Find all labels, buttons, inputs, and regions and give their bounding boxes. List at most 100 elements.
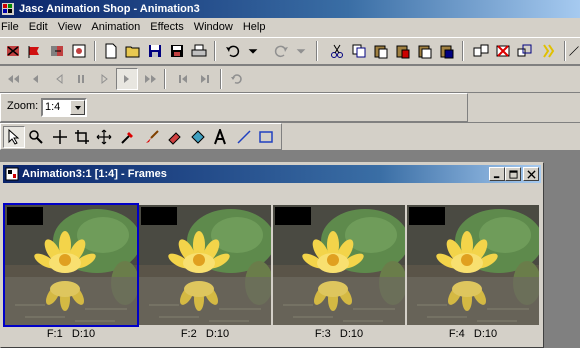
- menu-help[interactable]: Help: [238, 18, 271, 37]
- standard-toolbar: [0, 37, 580, 65]
- dropper-tool-icon[interactable]: [117, 126, 139, 148]
- frame-thumbnail[interactable]: [273, 205, 405, 325]
- frame-thumbnail[interactable]: [139, 205, 271, 325]
- paste-before-icon[interactable]: [414, 40, 436, 62]
- frame-delay: D:10: [71, 328, 96, 340]
- open-icon[interactable]: [122, 40, 144, 62]
- frame-caption: F:3 D:10: [273, 328, 405, 340]
- toolbar-separator: [564, 41, 566, 61]
- toolbar-separator: [214, 41, 216, 61]
- step-forward-icon[interactable]: [194, 68, 216, 90]
- fill-tool-icon[interactable]: [187, 126, 209, 148]
- menu-view[interactable]: View: [53, 18, 87, 37]
- more-tools-icon[interactable]: [568, 40, 580, 62]
- eraser-tool-icon[interactable]: [163, 126, 185, 148]
- close-icon[interactable]: [523, 167, 539, 181]
- jasc-app-icon: [2, 3, 14, 15]
- menu-edit[interactable]: Edit: [24, 18, 53, 37]
- toolbar-separator: [94, 41, 96, 61]
- toolbar-separator: [462, 41, 464, 61]
- frame-number: F:4: [448, 328, 465, 340]
- copy-icon[interactable]: [348, 40, 370, 62]
- resize-icon[interactable]: [514, 40, 536, 62]
- zoom-select[interactable]: 1:4: [41, 98, 87, 117]
- app-title-bar[interactable]: Jasc Animation Shop - Animation3: [0, 0, 580, 18]
- maximize-icon[interactable]: [505, 167, 521, 181]
- frames-strip: F:1 D:10 F:2 D:10 F:3 D:10 F:4 D:10: [3, 185, 541, 347]
- redo-dropdown-icon[interactable]: [294, 40, 308, 62]
- first-frame-icon[interactable]: [2, 68, 24, 90]
- arrow-tool-icon[interactable]: [3, 126, 25, 148]
- last-frame-icon[interactable]: [140, 68, 162, 90]
- cut-icon[interactable]: [326, 40, 348, 62]
- banner-wizard-icon[interactable]: [24, 40, 46, 62]
- water-lily-image: [139, 205, 271, 325]
- frame-number: F:2: [180, 328, 197, 340]
- play-forward-icon[interactable]: [94, 68, 116, 90]
- zoom-toolbar: Zoom: 1:4: [0, 93, 468, 122]
- menu-effects[interactable]: Effects: [145, 18, 188, 37]
- refresh-icon[interactable]: [226, 68, 248, 90]
- toolbar-dock-area: [282, 123, 580, 150]
- toolbar-separator: [316, 41, 318, 61]
- undo-dropdown-icon[interactable]: [246, 40, 260, 62]
- frame-caption: F:4 D:10: [407, 328, 539, 340]
- frame-number: F:1: [46, 328, 63, 340]
- frame-thumbnail[interactable]: [407, 205, 539, 325]
- animation-wizard-icon[interactable]: [2, 40, 24, 62]
- frame-number: F:3: [314, 328, 331, 340]
- frames-window: Animation3:1 [1:4] - Frames F:1 D:10 F:2…: [0, 162, 544, 348]
- rectangle-tool-icon[interactable]: [255, 126, 277, 148]
- insert-frames-icon[interactable]: [470, 40, 492, 62]
- frame-delay: D:10: [473, 328, 498, 340]
- paste-into-icon[interactable]: [392, 40, 414, 62]
- stop-icon[interactable]: [70, 68, 92, 90]
- paste-as-new-icon[interactable]: [370, 40, 392, 62]
- tool-palette: [0, 123, 282, 150]
- water-lily-image: [407, 205, 539, 325]
- save-icon[interactable]: [144, 40, 166, 62]
- redo-icon[interactable]: [270, 40, 292, 62]
- water-lily-image: [273, 205, 405, 325]
- previous-frame-icon[interactable]: [24, 68, 46, 90]
- playback-toolbar: [0, 66, 580, 93]
- menu-animation[interactable]: Animation: [86, 18, 145, 37]
- next-frame-icon[interactable]: [116, 68, 138, 90]
- menu-file[interactable]: File: [0, 18, 24, 37]
- play-backward-icon[interactable]: [48, 68, 70, 90]
- frame-caption: F:2 D:10: [139, 328, 271, 340]
- undo-icon[interactable]: [222, 40, 244, 62]
- minimize-icon[interactable]: [489, 167, 505, 181]
- mover-tool-icon[interactable]: [93, 126, 115, 148]
- water-lily-image: [5, 205, 137, 325]
- frame-delay: D:10: [339, 328, 364, 340]
- zoom-tool-icon[interactable]: [25, 126, 47, 148]
- frames-window-title: Animation3:1 [1:4] - Frames: [22, 168, 167, 180]
- toolbar-separator: [164, 69, 166, 89]
- toolbar-separator: [220, 69, 222, 89]
- zoom-value: 1:4: [45, 101, 61, 113]
- step-back-icon[interactable]: [172, 68, 194, 90]
- transition-icon[interactable]: [46, 40, 68, 62]
- menu-bar: File Edit View Animation Effects Window …: [0, 18, 580, 37]
- image-effect-icon[interactable]: [68, 40, 90, 62]
- toolbar-dock-area: [468, 93, 580, 122]
- new-icon[interactable]: [100, 40, 122, 62]
- crosshair-tool-icon[interactable]: [49, 126, 71, 148]
- zoom-label: Zoom:: [7, 100, 39, 112]
- document-icon: [5, 167, 19, 181]
- print-icon[interactable]: [188, 40, 210, 62]
- chevron-down-icon[interactable]: [70, 100, 85, 115]
- save-as-icon[interactable]: [166, 40, 188, 62]
- paste-after-icon[interactable]: [436, 40, 458, 62]
- delete-frames-icon[interactable]: [492, 40, 514, 62]
- optimize-icon[interactable]: [538, 40, 560, 62]
- frame-thumbnail[interactable]: [3, 203, 139, 327]
- menu-window[interactable]: Window: [189, 18, 238, 37]
- crop-tool-icon[interactable]: [71, 126, 93, 148]
- text-tool-icon[interactable]: [209, 126, 231, 148]
- paintbrush-tool-icon[interactable]: [141, 126, 163, 148]
- window-title: Jasc Animation Shop - Animation3: [19, 3, 200, 15]
- frames-window-title-bar[interactable]: Animation3:1 [1:4] - Frames: [3, 165, 541, 183]
- line-tool-icon[interactable]: [233, 126, 255, 148]
